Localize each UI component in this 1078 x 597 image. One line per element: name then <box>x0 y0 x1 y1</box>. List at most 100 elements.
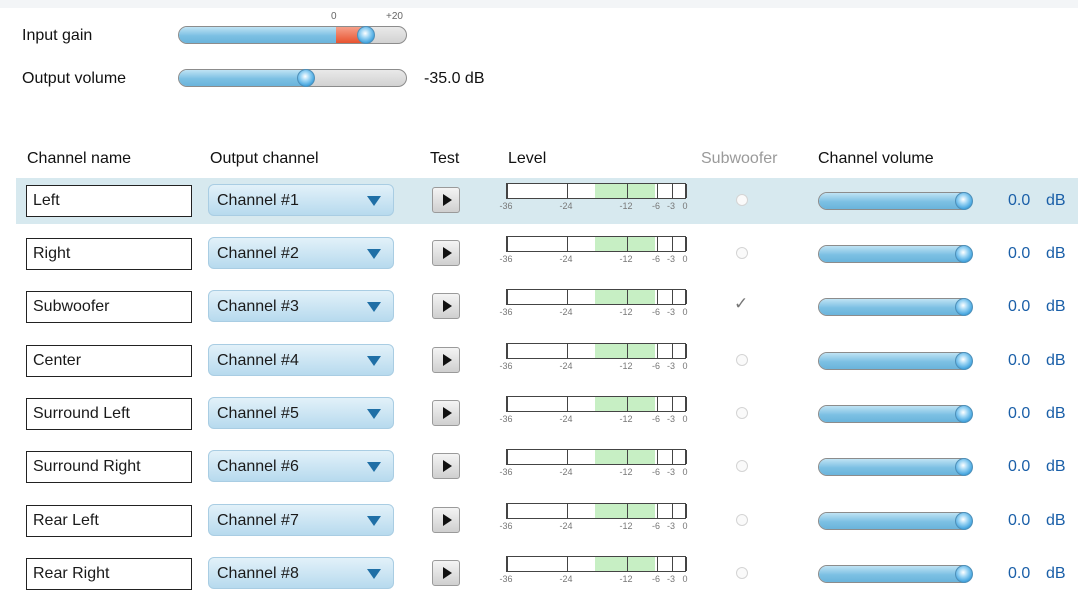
subwoofer-radio[interactable] <box>736 194 748 206</box>
play-test-button[interactable] <box>432 507 460 533</box>
level-meter-tick-label: 0 <box>682 307 688 317</box>
channel-volume-knob[interactable] <box>955 192 973 210</box>
level-meter-tick-label: 0 <box>682 521 688 531</box>
subwoofer-radio[interactable] <box>736 407 748 419</box>
level-meter-tick <box>657 557 658 571</box>
channel-volume-slider[interactable] <box>818 245 972 263</box>
level-meter-tick <box>567 557 568 571</box>
output-channel-dropdown[interactable]: Channel #6 <box>208 450 394 482</box>
level-meter-tick <box>627 397 628 411</box>
channel-volume-knob[interactable] <box>955 298 973 316</box>
level-meter-tick-label: -6 <box>651 521 661 531</box>
level-meter-tick <box>567 504 568 518</box>
output-volume-knob[interactable] <box>297 69 315 87</box>
subwoofer-radio[interactable] <box>736 514 748 526</box>
output-channel-dropdown[interactable]: Channel #5 <box>208 397 394 429</box>
output-channel-dropdown[interactable]: Channel #7 <box>208 504 394 536</box>
level-meter: -36 -24 -12 -6 -3 0 <box>499 183 688 219</box>
output-channel-dropdown[interactable]: Channel #3 <box>208 290 394 322</box>
level-meter-tick <box>657 290 658 304</box>
channel-name-field[interactable]: Surround Left <box>26 398 192 430</box>
subwoofer-radio[interactable] <box>736 460 748 472</box>
level-meter-tick-label: -3 <box>666 307 676 317</box>
channel-row[interactable]: Surround Right Channel #6 -36 -24 -12 -6 -3 0 0.… <box>16 444 1078 490</box>
subwoofer-radio[interactable] <box>736 354 748 366</box>
output-channel-value: Channel #5 <box>217 405 299 422</box>
level-meter-green-zone <box>595 557 655 571</box>
input-gain-min-label: 0 <box>331 11 337 22</box>
channel-volume-slider[interactable] <box>818 192 972 210</box>
channel-volume-knob[interactable] <box>955 405 973 423</box>
chevron-down-icon <box>367 196 381 206</box>
channel-volume-slider[interactable] <box>818 298 972 316</box>
channel-name-field[interactable]: Surround Right <box>26 451 192 483</box>
level-meter-tick <box>567 237 568 251</box>
channel-volume-slider[interactable] <box>818 458 972 476</box>
channel-name-field[interactable]: Rear Left <box>26 505 192 537</box>
input-gain-knob[interactable] <box>357 26 375 44</box>
checkmark-icon[interactable]: ✓ <box>734 294 748 314</box>
play-test-button[interactable] <box>432 400 460 426</box>
level-meter-tick <box>657 397 658 411</box>
channel-row[interactable]: Right Channel #2 -36 -24 -12 -6 -3 0 0.0 dB <box>16 231 1078 277</box>
channel-name-field[interactable]: Rear Right <box>26 558 192 590</box>
level-meter-tick-label: -36 <box>499 521 513 531</box>
channel-row[interactable]: Rear Right Channel #8 -36 -24 -12 -6 -3 0 0.0 dB <box>16 551 1078 597</box>
channel-row[interactable]: Rear Left Channel #7 -36 -24 -12 -6 -3 0 0.0 dB <box>16 498 1078 544</box>
channel-row[interactable]: Center Channel #4 -36 -24 -12 -6 -3 0 0.0 dB <box>16 338 1078 384</box>
level-meter-tick <box>686 504 687 518</box>
level-meter-green-zone <box>595 397 655 411</box>
channel-name-field[interactable]: Right <box>26 238 192 270</box>
subwoofer-radio[interactable] <box>736 247 748 259</box>
level-meter-tick-label: -3 <box>666 467 676 477</box>
channel-volume-knob[interactable] <box>955 352 973 370</box>
level-meter-tick <box>686 184 687 198</box>
channel-row[interactable]: Subwoofer Channel #3 -36 -24 -12 -6 -3 0 ✓ 0.0 dB <box>16 284 1078 330</box>
subwoofer-radio[interactable] <box>736 567 748 579</box>
level-meter-tick <box>627 290 628 304</box>
play-test-button[interactable] <box>432 240 460 266</box>
level-meter-tick-label: -36 <box>499 574 513 584</box>
chevron-down-icon <box>367 462 381 472</box>
output-channel-dropdown[interactable]: Channel #2 <box>208 237 394 269</box>
level-meter-bar <box>506 396 687 412</box>
output-channel-value: Channel #6 <box>217 458 299 475</box>
level-meter: -36 -24 -12 -6 -3 0 <box>499 343 688 379</box>
channel-volume-slider[interactable] <box>818 352 972 370</box>
play-test-button[interactable] <box>432 453 460 479</box>
level-meter-tick <box>686 344 687 358</box>
output-volume-slider[interactable] <box>178 69 407 87</box>
output-channel-dropdown[interactable]: Channel #1 <box>208 184 394 216</box>
channel-name-field[interactable]: Center <box>26 345 192 377</box>
channel-volume-knob[interactable] <box>955 245 973 263</box>
channel-row[interactable]: Surround Left Channel #5 -36 -24 -12 -6 -3 0 0.0… <box>16 391 1078 437</box>
play-test-button[interactable] <box>432 293 460 319</box>
play-test-button[interactable] <box>432 560 460 586</box>
output-channel-dropdown[interactable]: Channel #4 <box>208 344 394 376</box>
level-meter-tick-label: -24 <box>559 414 573 424</box>
level-meter-tick <box>507 344 508 358</box>
play-test-button[interactable] <box>432 347 460 373</box>
level-meter-tick <box>657 504 658 518</box>
level-meter-tick-label: -3 <box>666 574 676 584</box>
channel-name-field[interactable]: Subwoofer <box>26 291 192 323</box>
channel-volume-knob[interactable] <box>955 565 973 583</box>
level-meter-tick <box>672 184 673 198</box>
output-channel-value: Channel #4 <box>217 352 299 369</box>
channel-volume-slider[interactable] <box>818 512 972 530</box>
channel-volume-slider[interactable] <box>818 565 972 583</box>
chevron-down-icon <box>367 569 381 579</box>
level-meter-tick-label: -6 <box>651 574 661 584</box>
level-meter-tick <box>686 397 687 411</box>
channel-volume-knob[interactable] <box>955 512 973 530</box>
channel-volume-knob[interactable] <box>955 458 973 476</box>
play-test-button[interactable] <box>432 187 460 213</box>
channel-volume-slider[interactable] <box>818 405 972 423</box>
channel-name-field[interactable]: Left <box>26 185 192 217</box>
channel-row[interactable]: Left Channel #1 -36 -24 -12 -6 -3 0 0.0 dB <box>16 178 1078 224</box>
channel-volume-unit: dB <box>1046 458 1066 475</box>
channel-volume-value: 0.0 <box>1008 352 1031 369</box>
output-channel-dropdown[interactable]: Channel #8 <box>208 557 394 589</box>
level-meter-tick-label: -12 <box>619 574 633 584</box>
channel-volume-unit: dB <box>1046 298 1066 315</box>
